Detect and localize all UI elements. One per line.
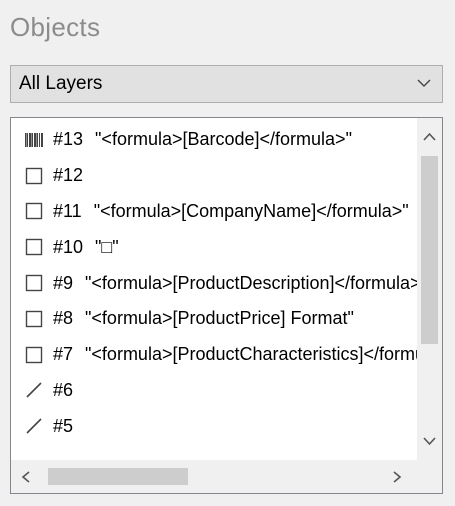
vertical-scroll-thumb[interactable] [421,156,438,344]
object-id: #13 [53,129,84,150]
object-text: "<formula>[CompanyName]</formula>" [93,200,409,221]
horizontal-scroll-thumb[interactable] [48,468,188,485]
objects-list[interactable]: #13 "<formula>[Barcode]</formula>" #12 #11 "… [10,117,443,494]
object-row[interactable]: #11 "<formula>[CompanyName]</formula>" [11,194,417,230]
object-row[interactable]: #5 [11,408,417,444]
object-row[interactable]: #10 "□" [11,229,417,265]
object-text: "<formula>[ProductDescription]</formula>… [85,272,417,293]
objects-panel: Objects All Layers #13 "<formula>[Barcode… [0,0,455,506]
line-icon [23,416,45,436]
object-row[interactable]: #9 "<formula>[ProductDescription]</formul… [11,265,417,301]
object-row[interactable]: #12 [11,158,417,194]
object-row[interactable]: #7 "<formula>[ProductCharacteristics]</fo… [11,337,417,373]
vertical-scrollbar[interactable] [417,118,442,460]
objects-list-rows: #13 "<formula>[Barcode]</formula>" #12 #11 "… [11,122,417,460]
object-id: #9 [53,272,74,293]
object-row[interactable]: #13 "<formula>[Barcode]</formula>" [11,122,417,158]
object-id: #8 [53,308,74,329]
object-row[interactable]: #6 [11,373,417,409]
barcode-icon [23,130,45,150]
rectangle-icon [23,309,45,329]
layer-dropdown-value: All Layers [19,73,103,94]
object-text: "□" [95,236,119,257]
chevron-down-icon [417,79,431,87]
rectangle-icon [23,201,45,221]
object-text: "<formula>[ProductCharacteristics]</form… [85,344,417,365]
object-row[interactable]: #8 "<formula>[ProductPrice] Format" [11,301,417,337]
horizontal-scrollbar[interactable] [11,460,417,493]
object-id: #11 [53,200,82,221]
object-id: #7 [53,344,74,365]
rectangle-icon [23,166,45,186]
object-text: "<formula>[ProductPrice] Format" [85,308,354,329]
line-icon [23,380,45,400]
layer-dropdown[interactable]: All Layers [10,65,443,103]
object-id: #5 [53,415,74,436]
scrollbar-corner [417,460,442,493]
scroll-right-arrow-icon[interactable] [392,471,402,483]
scroll-down-arrow-icon[interactable] [422,436,437,446]
object-id: #12 [53,165,84,186]
panel-title: Objects [10,12,101,42]
rectangle-icon [23,237,45,257]
rectangle-icon [23,273,45,293]
object-id: #10 [53,236,84,257]
scroll-up-arrow-icon[interactable] [422,132,437,142]
object-text: "<formula>[Barcode]</formula>" [95,129,352,150]
object-id: #6 [53,379,74,400]
scroll-left-arrow-icon[interactable] [21,471,31,483]
rectangle-icon [23,345,45,365]
